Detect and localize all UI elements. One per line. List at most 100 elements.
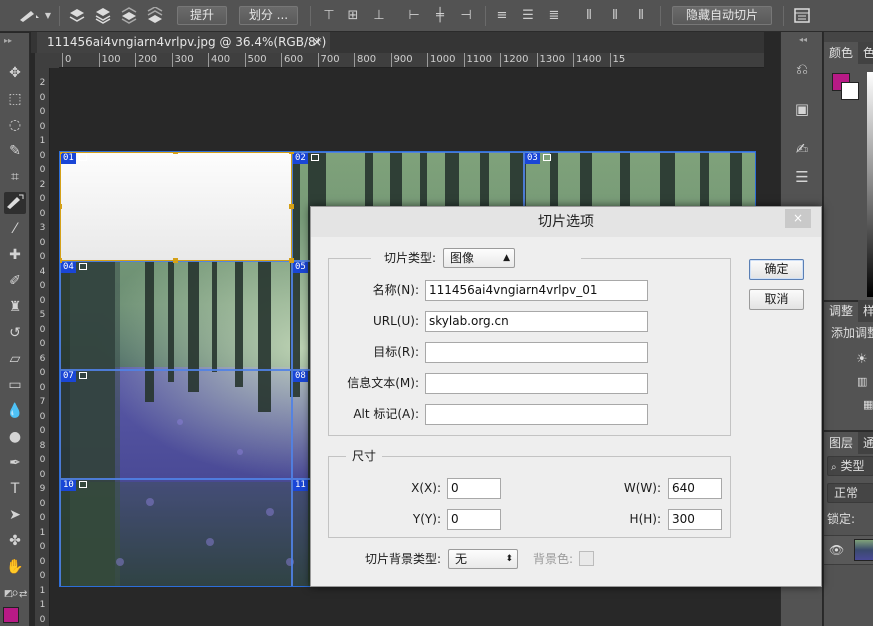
bring-forward-icon[interactable] — [94, 7, 112, 24]
tab-styles[interactable]: 样 — [858, 300, 873, 322]
ok-button[interactable]: 确定 — [749, 259, 804, 280]
properties-panel-icon[interactable]: ▣ — [791, 98, 813, 120]
message-text-field[interactable] — [425, 373, 648, 394]
blur-tool-icon[interactable]: 💧 — [4, 400, 26, 422]
dodge-tool-icon[interactable]: ● — [4, 426, 26, 448]
promote-button[interactable]: 提升 — [177, 6, 227, 25]
slice-label: 11 — [293, 480, 308, 491]
history-panel-icon[interactable]: ⎌ — [791, 58, 813, 80]
default-colors-icon[interactable]: ◩ — [4, 589, 13, 599]
blend-mode-select[interactable]: 正常 — [827, 483, 873, 503]
clone-stamp-tool-icon[interactable]: ♜ — [4, 296, 26, 318]
distribute-right-icon[interactable]: ⫴ — [632, 7, 650, 24]
healing-brush-tool-icon[interactable]: ✚ — [4, 244, 26, 266]
align-bottom-icon[interactable]: ⊥ — [370, 7, 388, 24]
layer-filter-kind[interactable]: ⌕ 类型 — [827, 456, 873, 476]
tab-layers[interactable]: 图层 — [824, 432, 858, 454]
y-field[interactable]: 0 — [447, 509, 501, 530]
foreground-color-swatch[interactable] — [3, 607, 19, 623]
ruler-tick-mark — [244, 53, 246, 67]
resize-handle[interactable] — [289, 258, 294, 263]
slice-07[interactable] — [60, 370, 292, 479]
cancel-button[interactable]: 取消 — [749, 289, 804, 310]
slice-background-type-select[interactable]: 无 ⬍ — [448, 549, 518, 569]
bring-to-front-icon[interactable] — [68, 7, 86, 24]
levels-icon[interactable]: ▥ — [857, 375, 867, 388]
resize-handle[interactable] — [289, 204, 294, 209]
slice-10[interactable] — [60, 479, 292, 586]
collapse-icon[interactable]: ◂◂ — [799, 35, 807, 44]
path-selection-tool-icon[interactable]: ➤ — [4, 504, 26, 526]
history-brush-tool-icon[interactable]: ↺ — [4, 322, 26, 344]
slice-04[interactable] — [60, 261, 292, 370]
tab-close-icon[interactable]: × — [312, 32, 322, 53]
custom-shape-tool-icon[interactable]: ✤ — [4, 530, 26, 552]
align-left-icon[interactable]: ⊢ — [405, 7, 423, 24]
x-field[interactable]: 0 — [447, 478, 501, 499]
brush-tool-icon[interactable]: ✐ — [4, 270, 26, 292]
crop-tool-icon[interactable]: ⌗ — [4, 166, 26, 188]
visibility-eye-icon[interactable]: 👁 — [829, 543, 844, 557]
distribute-left-icon[interactable]: ⫴ — [580, 7, 598, 24]
brush-panel-icon[interactable]: ✍ — [791, 138, 813, 160]
brush-presets-panel-icon[interactable]: ☰ — [791, 166, 813, 188]
marquee-tool-icon[interactable]: ⬚ — [4, 88, 26, 110]
distribute-bottom-icon[interactable]: ≣ — [545, 7, 563, 24]
document-tab[interactable]: 111456ai4vngiarn4vrlpv.jpg @ 36.4%(RGB/8… — [37, 32, 330, 70]
resize-handle[interactable] — [289, 152, 294, 154]
send-to-back-icon[interactable] — [146, 6, 164, 24]
url-field[interactable]: skylab.org.cn — [425, 311, 648, 332]
hide-auto-slices-button[interactable]: 隐藏自动切片 — [672, 6, 772, 25]
background-color-swatch[interactable] — [841, 82, 859, 100]
target-field[interactable] — [425, 342, 648, 363]
tab-adjustments[interactable]: 调整 — [824, 300, 858, 322]
layer-row-background[interactable]: 👁 — [824, 535, 873, 565]
tool-preset-chevron-icon[interactable]: ▼ — [43, 7, 53, 24]
move-tool-icon[interactable]: ✥ — [4, 62, 26, 84]
width-field[interactable]: 640 — [668, 478, 722, 499]
distribute-top-icon[interactable]: ≡ — [493, 7, 511, 24]
eraser-tool-icon[interactable]: ▱ — [4, 348, 26, 370]
type-tool-icon[interactable]: T — [4, 478, 26, 500]
hand-tool-icon[interactable]: ✋ — [4, 556, 26, 578]
resize-handle[interactable] — [60, 258, 62, 263]
tab-swatches[interactable]: 色 — [858, 42, 873, 64]
slice-select-tool-icon[interactable] — [16, 7, 42, 24]
panel-toggle-icon[interactable] — [793, 7, 811, 24]
collapse-icon[interactable]: ▸▸ — [4, 36, 12, 45]
height-label: H(H): — [629, 512, 661, 526]
color-ramp[interactable] — [867, 72, 873, 297]
distribute-vertical-center-icon[interactable]: ☰ — [519, 7, 537, 24]
name-field[interactable]: 111456ai4vngiarn4vrlpv_01 — [425, 280, 648, 301]
slice-01[interactable] — [60, 152, 292, 261]
dialog-close-button[interactable]: × — [785, 209, 811, 228]
height-field[interactable]: 300 — [668, 509, 722, 530]
tab-color[interactable]: 颜色 — [824, 42, 858, 64]
brightness-icon[interactable]: ☀ — [856, 352, 868, 367]
resize-handle[interactable] — [173, 152, 178, 154]
swap-colors-icon[interactable]: ⇄ — [19, 589, 27, 600]
align-top-icon[interactable]: ⊤ — [320, 7, 338, 24]
slice-tool-icon[interactable] — [4, 192, 26, 214]
eyedropper-tool-icon[interactable]: ⁄ — [4, 218, 26, 240]
send-backward-icon[interactable] — [120, 7, 138, 24]
curves-icon[interactable]: ▦ — [863, 398, 873, 411]
resize-handle[interactable] — [60, 152, 62, 154]
quick-selection-tool-icon[interactable]: ✎ — [4, 140, 26, 162]
resize-handle[interactable] — [60, 204, 62, 209]
gradient-tool-icon[interactable]: ▭ — [4, 374, 26, 396]
distribute-horizontal-center-icon[interactable]: ⦀ — [606, 7, 624, 24]
tab-channels[interactable]: 通 — [858, 432, 873, 454]
lasso-tool-icon[interactable]: ◌ — [4, 114, 26, 136]
divide-button[interactable]: 划分 ... — [239, 6, 298, 25]
ruler-tick-label: 200 — [138, 54, 158, 65]
ruler-tick-mark — [463, 53, 465, 67]
align-horizontal-center-icon[interactable]: ╪ — [431, 7, 449, 24]
align-right-icon[interactable]: ⊣ — [457, 7, 475, 24]
pen-tool-icon[interactable]: ✒ — [4, 452, 26, 474]
ruler-tick-label: 0 — [39, 368, 46, 378]
slice-type-select[interactable]: 图像 ▲ — [443, 248, 515, 268]
alt-tag-field[interactable] — [425, 404, 648, 425]
resize-handle[interactable] — [173, 258, 178, 263]
align-vertical-center-icon[interactable]: ⊞ — [344, 7, 362, 24]
